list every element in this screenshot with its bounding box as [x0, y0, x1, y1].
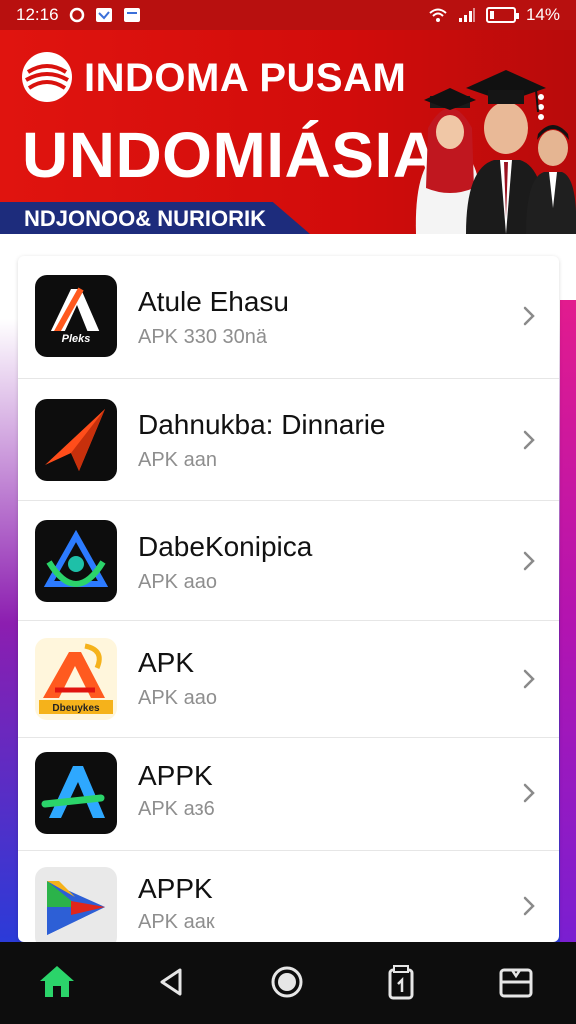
list-item-app-1[interactable]: Pleks Atule Ehasu APK 330 30nä: [18, 256, 559, 379]
app-subtitle: APK аак: [138, 911, 215, 933]
promo-banner[interactable]: INDOMA PUSAM UNDOMIÁSIA NDJONOO& NURIORI…: [0, 30, 576, 234]
navigation-bar: [0, 942, 576, 1024]
home-icon[interactable]: [37, 962, 77, 1002]
arrow-app-icon: [35, 399, 117, 481]
photo-icon: [95, 7, 113, 23]
back-icon[interactable]: [152, 962, 192, 1002]
banner-headline: UNDOMIÁSIA: [22, 119, 440, 191]
app-subtitle: APK ааo: [138, 571, 217, 593]
list-item-app-5[interactable]: APPK APK аз6: [18, 738, 559, 851]
apk-icon-text: Dbeuykes: [52, 703, 100, 714]
app-name: Dahnukba: Dinnarie: [138, 409, 386, 440]
app-name: APPK: [138, 873, 213, 904]
app-subtitle: APK 330 30nä: [138, 326, 267, 348]
play-app-icon: [35, 867, 117, 942]
app-subtitle: APK ааo: [138, 687, 217, 709]
message-icon: [123, 7, 141, 23]
chevron-right-icon: [520, 550, 538, 572]
list-item-app-6[interactable]: APPK APK аак: [18, 851, 559, 942]
list-item-app-2[interactable]: Dahnukba: Dinnarie APK ааn: [18, 379, 559, 501]
app-name: DabeKonipica: [138, 531, 313, 562]
chevron-right-icon: [520, 895, 538, 917]
app-subtitle: APK ааn: [138, 449, 217, 471]
recents-icon[interactable]: [382, 962, 422, 1002]
chevron-right-icon: [520, 782, 538, 804]
banner-title: INDOMA PUSAM: [84, 56, 407, 100]
app-list: Pleks Atule Ehasu APK 330 30nä Dahnukba:…: [18, 256, 559, 942]
banner-logo-icon: [20, 50, 74, 104]
chevron-right-icon: [520, 668, 538, 690]
atule-app-icon: Pleks: [35, 275, 117, 357]
battery-percent: 14%: [525, 5, 560, 24]
atule-icon-text: Pleks: [62, 333, 91, 345]
menu-icon[interactable]: [496, 962, 536, 1002]
battery-icon: [485, 7, 519, 23]
chevron-right-icon: [520, 429, 538, 451]
list-item-app-3[interactable]: DabeKonipica APK ааo: [18, 501, 559, 621]
signal-icon: [458, 7, 476, 23]
apk-letter-app-icon: Dbeuykes: [35, 638, 117, 720]
app-screen: 12:16 14% INDOMA PUSAM UNDOMIÁSIA NDJONO…: [0, 0, 576, 1024]
status-time: 12:16: [16, 5, 59, 24]
app-subtitle: APK аз6: [138, 798, 215, 820]
banner-people-image: [408, 48, 576, 234]
triangle-app-icon: [35, 520, 117, 602]
a-letter-app-icon: [35, 752, 117, 834]
background-gradient-right: [560, 300, 576, 942]
status-bar: 12:16 14%: [0, 0, 576, 30]
app-name: APK: [138, 647, 195, 678]
notification-circle-icon: [69, 7, 85, 23]
wifi-icon: [428, 7, 448, 23]
list-item-app-4[interactable]: Dbeuykes APK APK ааo: [18, 621, 559, 738]
app-name: Atule Ehasu: [138, 286, 289, 317]
chevron-right-icon: [520, 305, 538, 327]
home-circle-icon[interactable]: [267, 962, 307, 1002]
banner-subtitle: NDJONOO& NURIORIK: [24, 206, 267, 231]
app-name: APPK: [138, 760, 213, 791]
